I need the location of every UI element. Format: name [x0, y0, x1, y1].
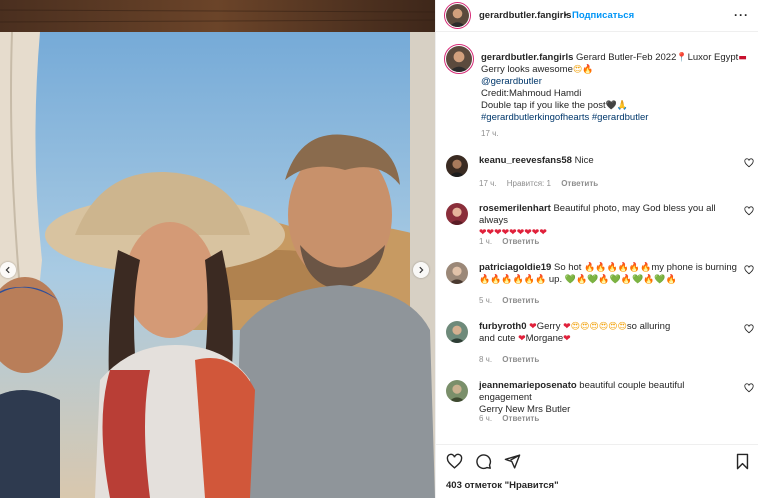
heart-emoji: ❤ — [529, 322, 537, 332]
fire-emoji-row: 🔥🔥🔥🔥🔥🔥 — [584, 263, 652, 273]
heart-emoji: ❤ — [563, 322, 571, 332]
author-avatar[interactable] — [446, 4, 469, 27]
comment-avatar[interactable] — [446, 203, 468, 225]
reply-button[interactable]: Ответить — [502, 414, 539, 423]
heart-icon[interactable] — [744, 158, 754, 168]
comment-username[interactable]: rosemerilenhart — [479, 203, 551, 214]
comment-icon[interactable] — [475, 453, 492, 470]
comment-likes[interactable]: Нравится: 1 — [507, 179, 551, 188]
caption-line2: Gerry looks awesome — [481, 64, 573, 75]
caption-credit: Credit:Mahmoud Hamdi — [481, 88, 582, 99]
more-icon[interactable]: ··· — [734, 8, 749, 22]
heart-eyes-icon: 😍 — [572, 65, 583, 75]
praying-hands-icon: 🙏 — [616, 101, 629, 111]
caption-line1-tail: Luxor Egypt — [687, 52, 739, 63]
post-side-panel: gerardbutler.fangirls • Подписаться ··· … — [435, 0, 758, 498]
reply-button[interactable]: Ответить — [561, 179, 598, 188]
black-heart-icon: 🖤 — [605, 101, 617, 111]
fire-emoji-row: 🔥🔥🔥🔥🔥🔥 — [479, 275, 547, 285]
post-caption: gerardbutler.fangirls Gerard Butler-Feb … — [481, 52, 751, 124]
comment-username[interactable]: keanu_reevesfans58 — [479, 155, 572, 166]
comment-text: Gerry — [536, 321, 564, 332]
post-actions-bar: 403 отметок "Нравится" — [436, 444, 758, 498]
heart-icon[interactable] — [744, 324, 754, 334]
comment-avatar[interactable] — [446, 380, 468, 402]
heart-eyes-emoji-row: 😍😍😍😍😍😍 — [570, 322, 627, 332]
action-buttons — [446, 453, 521, 471]
caption-line1: Gerard Butler-Feb 2022 — [573, 52, 677, 63]
comment-meta: 1 ч. Ответить — [479, 237, 547, 246]
comment-avatar[interactable] — [446, 262, 468, 284]
reply-button[interactable]: Ответить — [502, 237, 539, 246]
comment-meta: 5 ч. Ответить — [479, 296, 547, 305]
comment-username[interactable]: furbyroth0 — [479, 321, 527, 332]
heart-emoji: ❤ — [563, 334, 571, 344]
post-header: gerardbutler.fangirls • Подписаться ··· — [436, 0, 758, 32]
caption-mention-link[interactable]: @gerardbutler — [481, 76, 542, 87]
comment-meta: 6 ч. Ответить — [479, 414, 547, 423]
comment-meta: 8 ч. Ответить — [479, 355, 547, 364]
chevron-left-icon — [5, 266, 10, 274]
photo-image — [0, 0, 435, 498]
bookmark-icon[interactable] — [734, 453, 751, 470]
likes-count[interactable]: 403 отметок "Нравится" — [446, 480, 559, 491]
chevron-right-icon — [419, 266, 424, 274]
separator-dot: • — [564, 10, 568, 20]
egypt-flag-icon: ▬ — [738, 53, 747, 63]
fire-icon: 🔥 — [582, 65, 594, 75]
pin-icon: 📍 — [676, 53, 688, 63]
reply-button[interactable]: Ответить — [502, 355, 539, 364]
heart-icon[interactable] — [744, 206, 754, 216]
heart-icon[interactable] — [744, 265, 754, 275]
heart-icon[interactable] — [446, 453, 463, 470]
comment-time[interactable]: 5 ч. — [479, 296, 492, 305]
mixed-emoji-row: 💚🔥💚🔥💚🔥💚🔥💚🔥 — [564, 275, 677, 285]
caption-hashtags[interactable]: #gerardbutlerkingofhearts #gerardbutler — [481, 112, 648, 123]
comments-list[interactable]: gerardbutler.fangirls Gerard Butler-Feb … — [436, 33, 758, 444]
comment-username[interactable]: patriciagoldie19 — [479, 262, 551, 273]
caption-avatar[interactable] — [446, 46, 472, 72]
comment-username[interactable]: jeannemarieposenato — [479, 380, 577, 391]
author-username[interactable]: gerardbutler.fangirls — [479, 10, 571, 21]
next-photo-button[interactable] — [413, 262, 429, 278]
heart-icon[interactable] — [744, 383, 754, 393]
follow-button[interactable]: Подписаться — [572, 10, 634, 21]
reply-button[interactable]: Ответить — [502, 296, 539, 305]
share-icon[interactable] — [504, 453, 521, 470]
comment-meta: 17 ч. Нравится: 1 Ответить — [479, 179, 606, 188]
comment-time[interactable]: 17 ч. — [479, 179, 497, 188]
comment-avatar[interactable] — [446, 321, 468, 343]
comment-text-d: Morgane — [525, 333, 564, 344]
caption-timestamp[interactable]: 17 ч. — [481, 129, 499, 138]
comment-time[interactable]: 8 ч. — [479, 355, 492, 364]
comment-text-c: and cute — [479, 333, 519, 344]
comment-text: So hot — [551, 262, 585, 273]
comment-time[interactable]: 6 ч. — [479, 414, 492, 423]
comment-avatar[interactable] — [446, 155, 468, 177]
comment-time[interactable]: 1 ч. — [479, 237, 492, 246]
comment-text-b: so alluring — [626, 321, 671, 332]
comment-text-tail: my phone is burning — [651, 262, 737, 273]
post-photo[interactable] — [0, 0, 435, 498]
comment-text-line2: up. — [546, 274, 565, 285]
comment-text: Nice — [571, 155, 594, 166]
caption-username[interactable]: gerardbutler.fangirls — [481, 52, 573, 63]
caption-line5: Double tap if you like the post — [481, 100, 606, 111]
previous-photo-button[interactable] — [0, 262, 16, 278]
heart-emoji: ❤ — [518, 334, 526, 344]
